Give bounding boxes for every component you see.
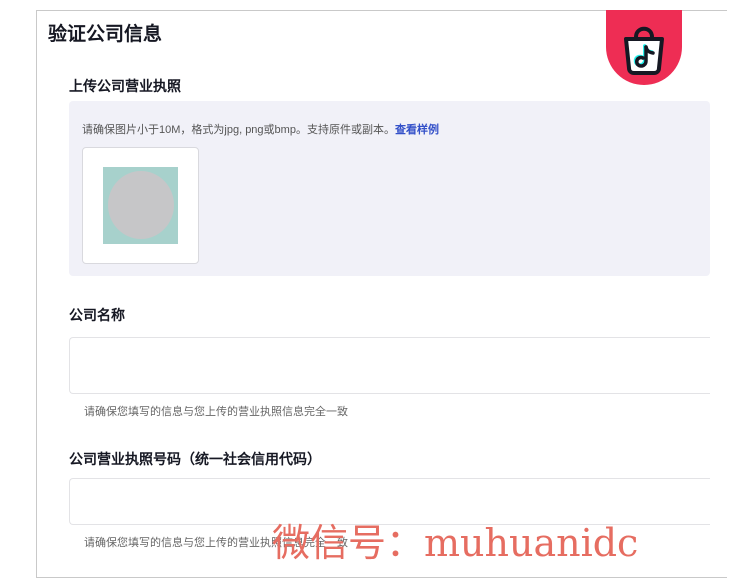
company-name-helper: 请确保您填写的信息与您上传的营业执照信息完全一致 <box>84 406 348 418</box>
license-thumbnail-blur <box>108 171 174 239</box>
license-upload-title: 上传公司营业执照 <box>69 78 181 94</box>
license-thumbnail <box>103 167 178 244</box>
watermark-text: 微信号：muhuanidc <box>272 521 639 565</box>
license-image-upload[interactable] <box>82 147 199 264</box>
company-name-input[interactable] <box>69 337 710 394</box>
page-title: 验证公司信息 <box>48 24 163 45</box>
license-number-label: 公司营业执照号码（统一社会信用代码） <box>69 451 321 467</box>
upload-hint: 请确保图片小于10M，格式为jpg, png或bmp。支持原件或副本。查看样例 <box>82 121 439 137</box>
upload-hint-text: 请确保图片小于10M，格式为jpg, png或bmp。支持原件或副本。 <box>82 124 395 136</box>
view-sample-link[interactable]: 查看样例 <box>395 124 439 136</box>
tiktok-shop-logo <box>606 10 682 85</box>
tiktok-shop-bag-icon <box>624 26 664 75</box>
company-name-label: 公司名称 <box>69 307 125 323</box>
